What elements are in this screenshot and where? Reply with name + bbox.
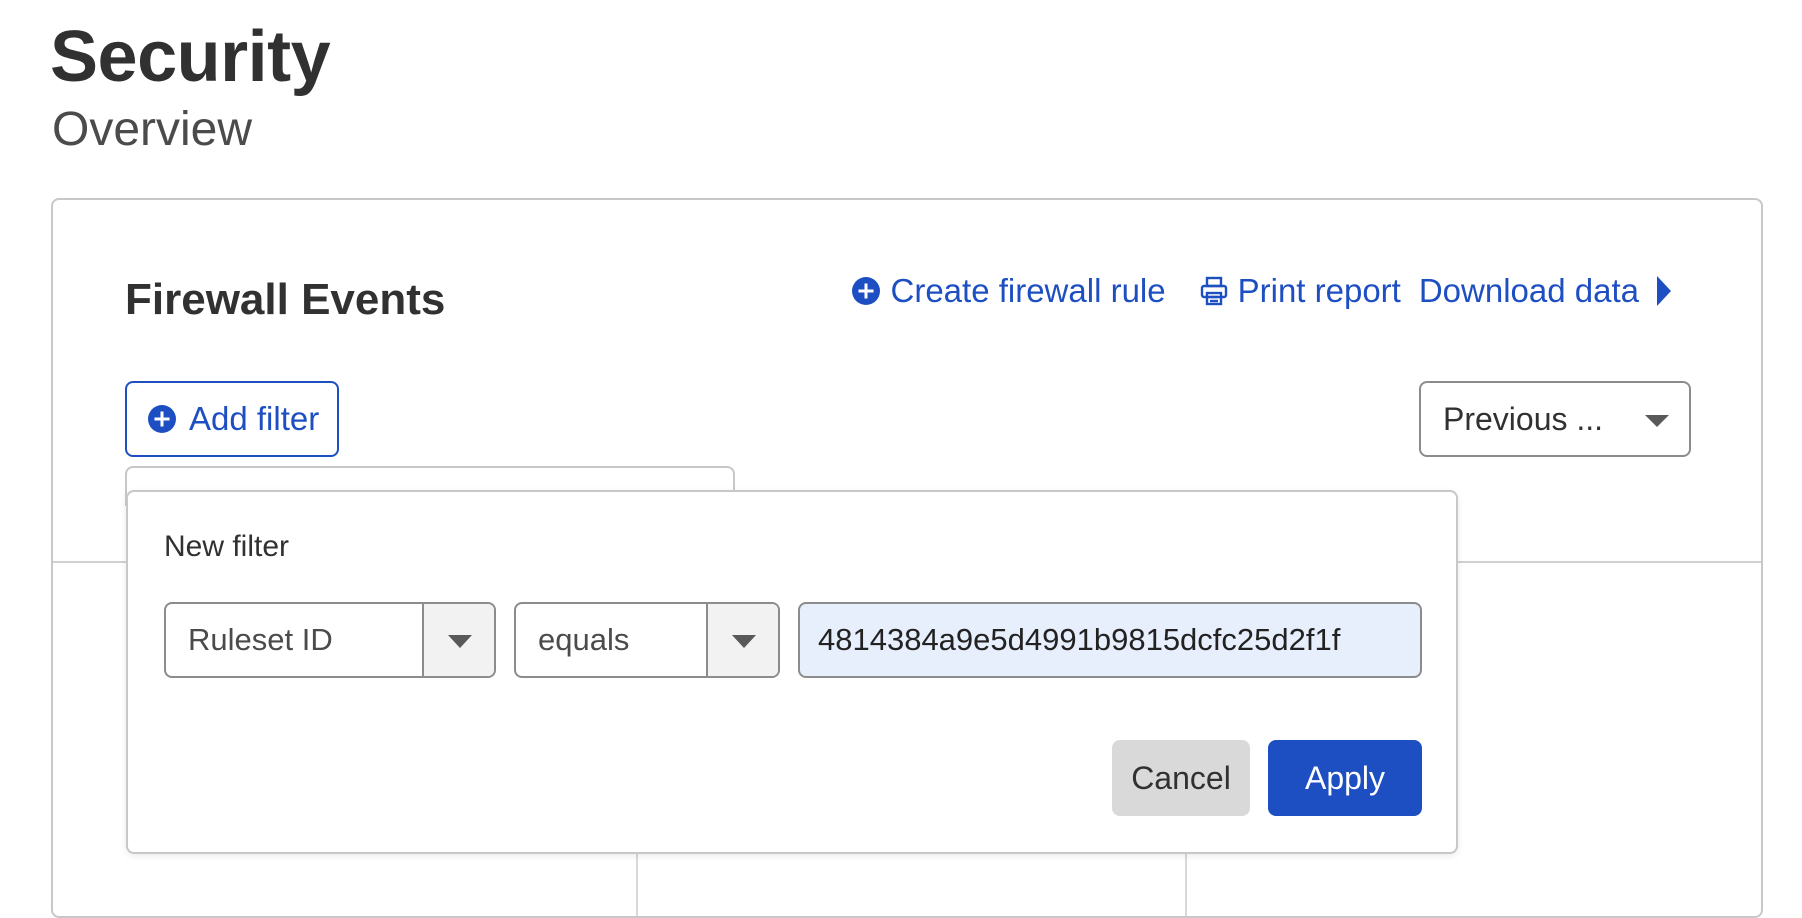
card-actions: Create firewall rule Print report Downlo… (851, 272, 1671, 310)
printer-icon (1200, 276, 1228, 306)
filter-field-value: Ruleset ID (188, 622, 333, 657)
create-firewall-rule-link[interactable]: Create firewall rule (851, 272, 1166, 310)
download-data-link[interactable]: Download data (1419, 272, 1671, 310)
chevron-down-icon[interactable] (422, 604, 494, 676)
card-title: Firewall Events (125, 275, 446, 324)
popover-title: New filter (164, 530, 290, 563)
page-subtitle: Overview (52, 103, 253, 156)
plus-circle-icon (147, 404, 177, 434)
filter-operator-select[interactable]: equals (514, 602, 780, 678)
add-filter-button[interactable]: Add filter (125, 381, 339, 457)
filter-value-input[interactable] (798, 602, 1422, 678)
caret-right-icon (1655, 276, 1671, 306)
create-firewall-rule-label: Create firewall rule (890, 272, 1166, 309)
page-title: Security (50, 17, 331, 97)
filter-field-select[interactable]: Ruleset ID (164, 602, 496, 678)
download-data-label: Download data (1418, 272, 1639, 309)
cancel-button[interactable]: Cancel (1112, 740, 1250, 816)
chevron-down-icon (1645, 415, 1669, 427)
time-range-select[interactable]: Previous ... (1419, 381, 1691, 457)
filter-operator-value: equals (538, 622, 630, 657)
new-filter-popover: New filter Ruleset ID equals Cancel Appl… (126, 490, 1458, 854)
print-report-label: Print report (1237, 272, 1401, 309)
add-filter-label: Add filter (189, 400, 320, 437)
print-report-link[interactable]: Print report (1200, 272, 1401, 310)
apply-button[interactable]: Apply (1268, 740, 1422, 816)
time-range-value: Previous ... (1443, 400, 1604, 437)
chevron-down-icon[interactable] (706, 604, 778, 676)
plus-circle-icon (851, 276, 881, 306)
